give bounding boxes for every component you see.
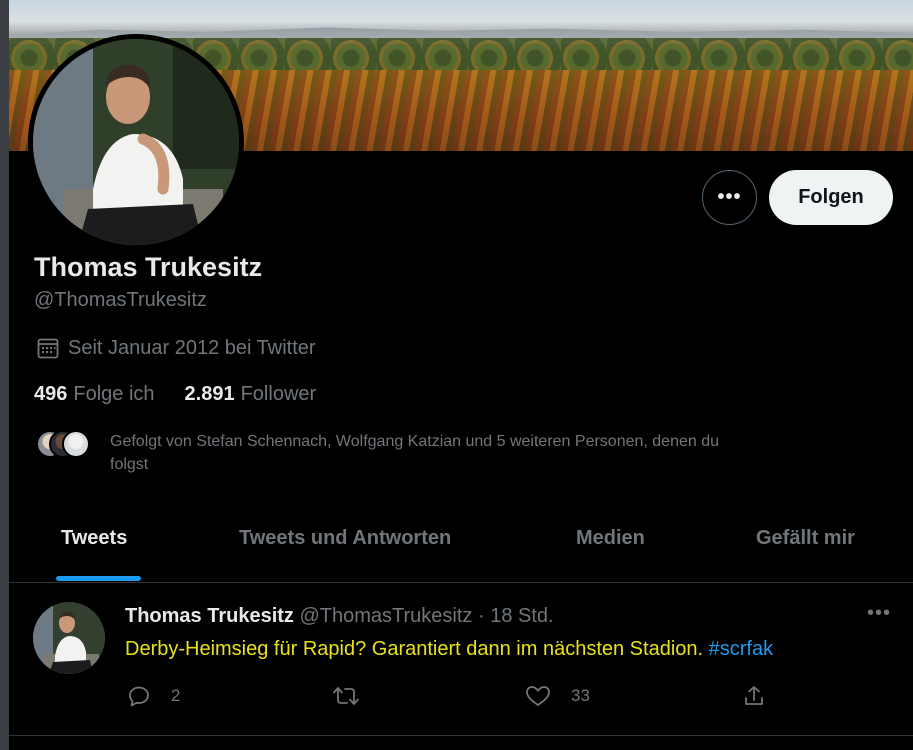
followed-by-line: folgst — [110, 456, 149, 473]
followed-by-avatars — [36, 430, 90, 458]
profile-page: ••• Folgen Thomas Trukesitz @ThomasTruke… — [0, 0, 913, 750]
following-count: 496 — [34, 383, 68, 405]
tab-medien[interactable]: Medien — [576, 527, 645, 550]
more-options-button[interactable]: ••• — [702, 170, 757, 225]
followed-by-link[interactable]: Gefolgt von Stefan Schennach, Wolfgang K… — [36, 430, 876, 476]
avatar-photo — [33, 39, 239, 245]
calendar-icon — [36, 336, 60, 360]
tweet-separator: · — [472, 605, 491, 627]
tweet-more-button[interactable]: ••• — [867, 602, 891, 625]
profile-avatar[interactable] — [28, 34, 244, 250]
profile-handle: @ThomasTrukesitz — [34, 289, 207, 311]
tweet-author-handle[interactable]: @ThomasTrukesitz — [300, 605, 473, 627]
follow-button[interactable]: Folgen — [769, 170, 893, 225]
tweet-body: Derby-Heimsieg für Rapid? Garantiert dan… — [125, 638, 704, 660]
followed-by-line: Gefolgt von Stefan Schennach, Wolfgang K… — [110, 433, 720, 450]
tab-tweets[interactable]: Tweets — [61, 527, 127, 550]
tweet-item[interactable]: Thomas Trukesitz @ThomasTrukesitz · 18 S… — [9, 584, 913, 736]
following-label: Folge ich — [73, 383, 155, 405]
tweet-time[interactable]: 18 Std. — [490, 605, 553, 627]
profile-name: Thomas Trukesitz — [34, 252, 263, 282]
retweet-icon — [332, 684, 360, 708]
followers-link[interactable]: 2.891 Follower — [185, 383, 317, 406]
tweet-header: Thomas Trukesitz @ThomasTrukesitz · 18 S… — [125, 605, 554, 628]
followers-label: Follower — [240, 383, 317, 405]
tweet-hashtag[interactable]: #scrfak — [709, 638, 773, 660]
joined-date: Seit Januar 2012 bei Twitter — [36, 336, 316, 360]
tweet-text: Derby-Heimsieg für Rapid? Garantiert dan… — [125, 638, 773, 661]
follow-stats: 496 Folge ich 2.891 Follower — [34, 383, 316, 406]
following-link[interactable]: 496 Folge ich — [34, 383, 155, 406]
share-icon — [742, 684, 766, 708]
like-count: 33 — [571, 686, 590, 705]
followers-count: 2.891 — [184, 383, 235, 405]
reply-count: 2 — [171, 686, 181, 705]
joined-text: Seit Januar 2012 bei Twitter — [68, 336, 316, 359]
tweet-author-name[interactable]: Thomas Trukesitz — [125, 605, 294, 627]
like-icon — [525, 684, 551, 708]
tab-tweets-und-antworten[interactable]: Tweets und Antworten — [239, 527, 451, 550]
reply-action[interactable]: 2 — [127, 684, 180, 708]
followed-by-text: Gefolgt von Stefan Schennach, Wolfgang K… — [110, 430, 719, 476]
reply-icon — [127, 684, 151, 708]
follower-avatar — [62, 430, 90, 458]
tweet-avatar-photo — [33, 602, 105, 674]
more-options-icon: ••• — [717, 186, 742, 208]
active-tab-indicator — [56, 576, 141, 581]
window-edge — [0, 0, 9, 750]
tab-gefaellt-mir[interactable]: Gefällt mir — [756, 527, 855, 550]
share-action[interactable] — [742, 684, 766, 708]
retweet-action[interactable] — [332, 684, 380, 708]
like-action[interactable]: 33 — [525, 684, 590, 708]
tweet-author-avatar[interactable] — [33, 602, 105, 674]
profile-tabs: Tweets Tweets und Antworten Medien Gefäl… — [9, 505, 913, 583]
